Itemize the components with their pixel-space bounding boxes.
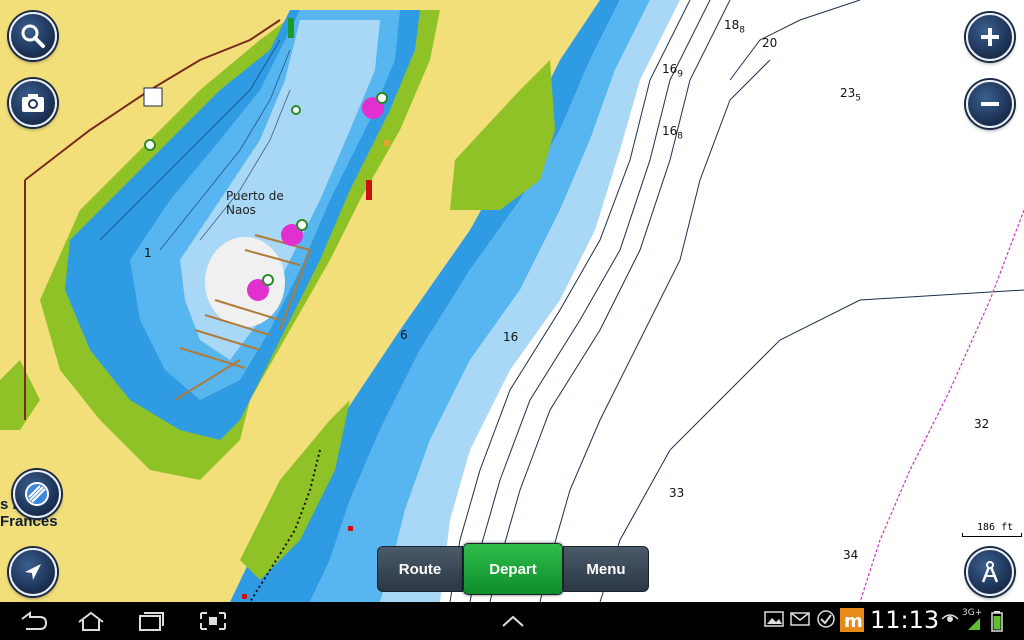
zoom-in-button[interactable] bbox=[966, 13, 1014, 61]
gallery-icon bbox=[764, 611, 784, 627]
place-label-puerto-de-naos: Puerto de Naos bbox=[226, 189, 284, 217]
screenshot-icon[interactable] bbox=[198, 610, 228, 632]
depth-label: 168 bbox=[662, 124, 684, 142]
camera-button[interactable] bbox=[9, 79, 57, 127]
recent-apps-icon[interactable] bbox=[136, 610, 166, 632]
depart-button[interactable]: Depart bbox=[463, 543, 563, 595]
scale-label: 186 ft bbox=[977, 522, 1014, 533]
layers-button[interactable] bbox=[13, 470, 61, 518]
depth-label: 34 bbox=[843, 548, 859, 562]
home-icon[interactable] bbox=[76, 610, 106, 632]
nautical-chart[interactable] bbox=[0, 0, 1024, 602]
chevron-up-icon[interactable] bbox=[498, 610, 528, 632]
scale-bar bbox=[962, 533, 1022, 537]
mail-icon bbox=[790, 612, 810, 626]
depth-label: 169 bbox=[662, 62, 684, 80]
clock: 11:13 bbox=[870, 606, 940, 634]
svg-text:m: m bbox=[844, 611, 863, 632]
action-bar: Route Depart Menu bbox=[377, 543, 649, 595]
depth-label: 20 bbox=[762, 36, 778, 50]
depth-label: 16 bbox=[503, 330, 519, 344]
plus-icon bbox=[981, 28, 999, 46]
depth-label: 1 bbox=[144, 246, 152, 260]
wifi-icon bbox=[941, 614, 959, 622]
battery-icon bbox=[991, 611, 1003, 632]
arrow-icon bbox=[25, 564, 41, 580]
depth-label: 33 bbox=[669, 486, 685, 500]
depth-label: 188 bbox=[724, 18, 746, 36]
depth-label: 6 bbox=[400, 328, 408, 342]
depth-label: 32 bbox=[974, 417, 990, 431]
zoom-out-button[interactable] bbox=[966, 80, 1014, 128]
compass-icon bbox=[981, 561, 999, 583]
check-icon bbox=[817, 610, 835, 628]
compass-button[interactable] bbox=[966, 548, 1014, 596]
signal-icon bbox=[968, 618, 980, 630]
depth-label: 235 bbox=[840, 86, 862, 104]
route-button[interactable]: Route bbox=[377, 546, 463, 592]
app-m-icon: m bbox=[840, 608, 864, 632]
system-bar: m 11:13 3G+ bbox=[0, 602, 1024, 640]
magnifier-icon bbox=[21, 24, 45, 48]
search-button[interactable] bbox=[9, 12, 57, 60]
minus-icon bbox=[981, 102, 999, 106]
navigate-button[interactable] bbox=[9, 548, 57, 596]
layers-icon bbox=[25, 482, 49, 506]
camera-icon bbox=[22, 94, 44, 112]
menu-button[interactable]: Menu bbox=[563, 546, 649, 592]
back-icon[interactable] bbox=[18, 610, 48, 632]
